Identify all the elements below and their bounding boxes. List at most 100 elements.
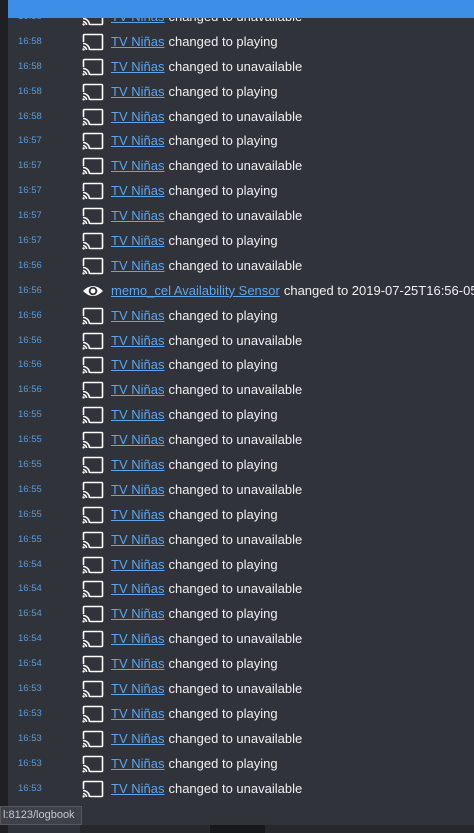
entry-message: changed to playing xyxy=(168,755,278,771)
entity-link[interactable]: TV Niñas xyxy=(111,208,164,223)
entry-time: 16:55 xyxy=(18,459,42,471)
entity-link[interactable]: TV Niñas xyxy=(111,557,164,572)
entry-time: 16:55 xyxy=(18,483,42,495)
entity-link[interactable]: TV Niñas xyxy=(111,731,164,746)
entry-text: TV Niñas changed to unavailable xyxy=(111,109,302,124)
entry-message: changed to unavailable xyxy=(168,382,303,398)
cast-icon xyxy=(82,332,104,350)
cast-icon xyxy=(82,680,104,699)
entry-message: changed to unavailable xyxy=(168,730,303,746)
logbook-entry: 16:53 TV Niñas changed to playing xyxy=(8,752,474,777)
logbook-entry: 16:56 TV Niñas changed to playing xyxy=(8,304,474,329)
entity-link[interactable]: TV Niñas xyxy=(111,258,164,273)
logbook-entry: 16:58 TV Niñas changed to unavailable xyxy=(8,55,474,80)
entry-message: changed to unavailable xyxy=(168,481,303,497)
entry-message: changed to unavailable xyxy=(168,531,303,547)
entity-link[interactable]: TV Niñas xyxy=(111,183,164,198)
cast-icon xyxy=(82,406,104,425)
entity-link[interactable]: memo_cel Availability Sensor xyxy=(111,283,280,298)
entity-link[interactable]: TV Niñas xyxy=(111,432,164,447)
entity-link[interactable]: TV Niñas xyxy=(111,133,164,148)
logbook-entry: 16:58 TV Niñas changed to playing xyxy=(8,80,474,105)
cast-icon xyxy=(82,655,104,674)
entry-text: TV Niñas changed to playing xyxy=(111,34,278,49)
entry-time: 16:55 xyxy=(18,409,42,421)
cast-icon xyxy=(82,780,104,798)
entry-text: TV Niñas changed to playing xyxy=(111,457,278,472)
cast-icon xyxy=(82,381,104,400)
cast-icon xyxy=(82,207,104,226)
entity-link[interactable]: TV Niñas xyxy=(111,681,164,696)
window-left-edge xyxy=(0,0,8,833)
entry-message: changed to unavailable xyxy=(168,780,303,796)
entity-link[interactable]: TV Niñas xyxy=(111,656,164,671)
entity-link[interactable]: TV Niñas xyxy=(111,457,164,472)
logbook-list: 16:58 TV Niñas changed to unavailable 16:58… xyxy=(8,5,474,802)
entity-link[interactable]: TV Niñas xyxy=(111,357,164,372)
entity-link[interactable]: TV Niñas xyxy=(111,233,164,248)
entry-time: 16:53 xyxy=(18,683,42,695)
logbook-entry: 16:54 TV Niñas changed to playing xyxy=(8,652,474,677)
entry-message: changed to playing xyxy=(168,33,278,49)
entity-link[interactable]: TV Niñas xyxy=(111,532,164,547)
cast-icon xyxy=(82,108,104,126)
entity-link[interactable]: TV Niñas xyxy=(111,781,164,796)
entry-message: changed to playing xyxy=(168,307,278,323)
entry-message: changed to playing xyxy=(168,83,278,99)
entry-message: changed to playing xyxy=(168,407,278,423)
bottom-tab-strip xyxy=(80,825,474,833)
cast-icon xyxy=(82,356,104,375)
entry-text: TV Niñas changed to unavailable xyxy=(111,681,302,696)
entity-link[interactable]: TV Niñas xyxy=(111,631,164,646)
entry-time: 16:58 xyxy=(18,35,42,47)
entity-link[interactable]: TV Niñas xyxy=(111,333,164,348)
logbook-entry: 16:54 TV Niñas changed to playing xyxy=(8,553,474,578)
entry-message: changed to playing xyxy=(168,556,278,572)
entry-text: TV Niñas changed to unavailable xyxy=(111,731,302,746)
entry-time: 16:57 xyxy=(18,210,42,222)
logbook-entry: 16:57 TV Niñas changed to unavailable xyxy=(8,154,474,179)
entity-link[interactable]: TV Niñas xyxy=(111,308,164,323)
entry-text: TV Niñas changed to playing xyxy=(111,557,278,572)
entry-text: TV Niñas changed to unavailable xyxy=(111,631,302,646)
entry-time: 16:57 xyxy=(18,135,42,147)
entity-link[interactable]: TV Niñas xyxy=(111,507,164,522)
header-bar xyxy=(8,0,474,18)
entity-link[interactable]: TV Niñas xyxy=(111,158,164,173)
cast-icon xyxy=(82,431,104,450)
cast-icon xyxy=(82,307,104,325)
entry-text: TV Niñas changed to playing xyxy=(111,183,278,198)
entity-link[interactable]: TV Niñas xyxy=(111,109,164,124)
entity-link[interactable]: TV Niñas xyxy=(111,482,164,497)
cast-icon xyxy=(82,157,104,176)
entity-link[interactable]: TV Niñas xyxy=(111,84,164,99)
logbook-entry: 16:53 TV Niñas changed to unavailable xyxy=(8,677,474,702)
logbook-entry: 16:56 TV Niñas changed to unavailable xyxy=(8,329,474,354)
cast-icon xyxy=(82,730,104,748)
entity-link[interactable]: TV Niñas xyxy=(111,382,164,397)
entry-text: TV Niñas changed to unavailable xyxy=(111,432,302,447)
entity-link[interactable]: TV Niñas xyxy=(111,407,164,422)
entity-link[interactable]: TV Niñas xyxy=(111,756,164,771)
eye-icon xyxy=(82,282,104,300)
entry-time: 16:56 xyxy=(18,284,42,296)
entry-message: changed to 2019-07-25T16:56-0500 xyxy=(283,282,474,298)
entity-link[interactable]: TV Niñas xyxy=(111,59,164,74)
entity-link[interactable]: TV Niñas xyxy=(111,606,164,621)
bottom-tab[interactable] xyxy=(210,825,265,833)
entry-time: 16:58 xyxy=(18,110,42,122)
entity-link[interactable]: TV Niñas xyxy=(111,706,164,721)
entry-time: 16:58 xyxy=(18,60,42,72)
entity-link[interactable]: TV Niñas xyxy=(111,581,164,596)
logbook-entry: 16:55 TV Niñas changed to playing xyxy=(8,453,474,478)
cast-icon xyxy=(82,481,104,499)
entry-time: 16:56 xyxy=(18,259,42,271)
entry-text: TV Niñas changed to unavailable xyxy=(111,258,302,273)
entry-time: 16:53 xyxy=(18,707,42,719)
cast-icon xyxy=(82,83,104,101)
entry-text: TV Niñas changed to unavailable xyxy=(111,532,302,547)
logbook-entry: 16:57 TV Niñas changed to playing xyxy=(8,179,474,204)
entity-link[interactable]: TV Niñas xyxy=(111,34,164,49)
entry-time: 16:53 xyxy=(18,782,42,794)
entry-message: changed to unavailable xyxy=(168,158,303,174)
